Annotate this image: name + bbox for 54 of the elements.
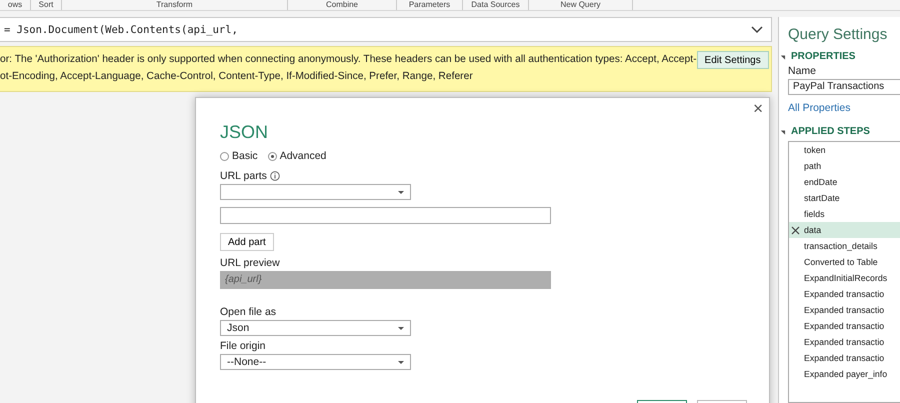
ribbon-group-label: ows	[0, 0, 31, 10]
mode-radio[interactable]: Basic	[220, 150, 258, 162]
warning-text: ot-Encoding, Accept-Language, Cache-Control, Content-Type, If-Modified-Since, Prefer, Range, Referer	[0, 70, 474, 83]
all-properties-link[interactable]: All Properties	[788, 102, 850, 114]
applied-step[interactable]: Expanded transactio	[789, 318, 900, 334]
collapse-triangle-icon[interactable]	[780, 53, 788, 60]
applied-step[interactable]: path	[789, 158, 900, 174]
radio-icon[interactable]	[220, 152, 229, 160]
radio-icon[interactable]	[268, 152, 277, 160]
close-button[interactable]: ×	[753, 100, 763, 118]
caret-icon	[398, 360, 404, 364]
applied-step[interactable]: Expanded payer_info	[789, 366, 900, 382]
warning-text: or: The 'Authorization' header is only supported when connecting anonymously. These headers can be used with all authentication types: Accept, Accept-	[0, 53, 697, 66]
caret-icon	[398, 190, 404, 194]
panel-title: Query Settings	[788, 26, 888, 43]
url-preview-field: {api_url}	[220, 271, 551, 289]
dialog-title: JSON	[220, 122, 268, 143]
applied-step[interactable]: Expanded transactio	[789, 302, 900, 318]
applied-step[interactable]: token	[789, 142, 900, 158]
field-label: Open file as	[220, 306, 276, 318]
ribbon-group-label: Data Sources	[463, 0, 529, 10]
ribbon-group-label: Combine	[288, 0, 397, 10]
applied-step[interactable]: startDate	[789, 190, 900, 206]
applied-step[interactable]: fields	[789, 206, 900, 222]
field-label: URL preview	[220, 257, 280, 269]
edit-settings-button[interactable]: Edit Settings	[696, 51, 769, 69]
file-origin-dropdown[interactable]: --None--	[220, 354, 411, 370]
applied-step[interactable]: Expanded transactio	[789, 350, 900, 366]
add-part-button[interactable]: Add part	[220, 233, 274, 251]
applied-step[interactable]: data	[789, 222, 900, 238]
applied-step[interactable]: endDate	[789, 174, 900, 190]
applied-step[interactable]: Converted to Table	[789, 254, 900, 270]
caret-icon	[398, 326, 404, 330]
applied-step[interactable]: Expanded transactio	[789, 334, 900, 350]
open-file-as-dropdown[interactable]: Json	[220, 320, 411, 336]
ribbon-group-label: Parameters	[397, 0, 463, 10]
ribbon-group-label: Transform	[62, 0, 288, 10]
field-label: File origin	[220, 340, 266, 352]
collapse-triangle-icon[interactable]	[780, 128, 788, 135]
name-input[interactable]: PayPal Transactions	[788, 79, 900, 95]
chevron-down-icon[interactable]	[751, 26, 763, 34]
formula-bar[interactable]: = Json.Document(Web.Contents(api_url,	[0, 17, 772, 42]
ribbon-group-label: New Query	[529, 0, 633, 10]
applied-step[interactable]: transaction_details	[789, 238, 900, 254]
applied-step[interactable]: Expanded transactio	[789, 286, 900, 302]
mode-radio[interactable]: Advanced	[268, 150, 326, 162]
delete-icon[interactable]	[791, 226, 800, 234]
field-label: URL parts	[220, 170, 267, 182]
field-label: Name	[788, 65, 818, 77]
applied-step[interactable]: ExpandInitialRecords	[789, 270, 900, 286]
section-heading: PROPERTIES	[791, 51, 856, 62]
info-icon	[270, 171, 280, 181]
section-heading: APPLIED STEPS	[791, 126, 870, 137]
ribbon-group-label: Sort	[31, 0, 62, 10]
